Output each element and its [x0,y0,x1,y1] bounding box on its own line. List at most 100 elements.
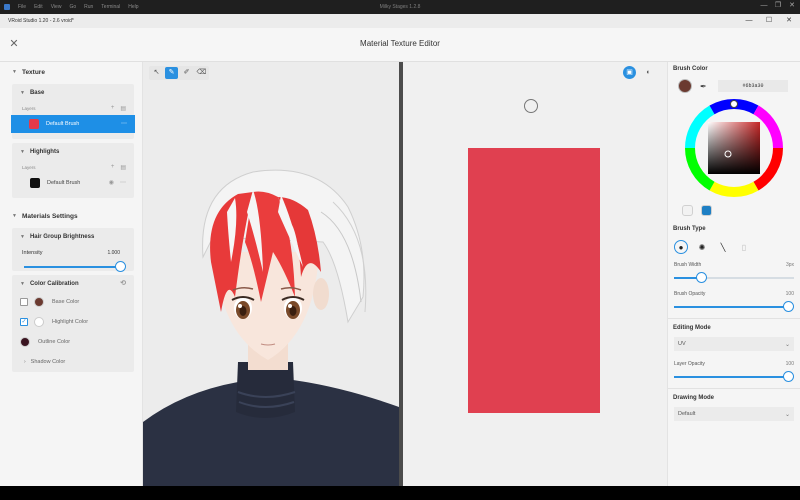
maximize-icon[interactable]: ☐ [764,16,774,26]
highlight-color-dot[interactable] [34,317,44,327]
layer-opacity-slider[interactable] [674,370,794,382]
outline-color-label: Outline Color [38,339,71,345]
intensity-slider[interactable] [24,261,126,272]
app-window: VRoid Studio 1.20 - 2.6 vroid* — ☐ ✕ ✕ M… [0,14,800,486]
chevron-right-icon: › [24,359,26,365]
divider [668,318,800,319]
menu-terminal[interactable]: Terminal [101,4,120,10]
close-icon[interactable]: ✕ [784,16,794,26]
menu-file[interactable]: File [18,4,26,10]
visibility-icon[interactable]: ◉ [109,179,114,186]
drawing-mode-heading: Drawing Mode [673,395,715,401]
highlights-group-header[interactable]: ▼ Highlights [12,143,134,160]
cc-outline-color[interactable]: Outline Color [12,332,134,352]
line-brush-icon[interactable]: ╲ [716,240,730,254]
base-color-label: Base Color [52,299,80,305]
close-icon[interactable]: ✕ [788,2,796,10]
base-group-header[interactable]: ▼ Base [12,84,134,101]
brush-width-slider[interactable] [674,271,794,283]
color-calibration-header[interactable]: ▼ Color Calibration ⟲ [12,275,134,292]
base-color-checkbox[interactable] [20,298,28,306]
slider-knob[interactable] [783,301,794,312]
slider-knob[interactable] [695,272,707,283]
layers-label: Layers [22,105,36,111]
menu-help[interactable]: Help [128,4,138,10]
menu-view[interactable]: View [51,4,62,10]
editing-mode-dropdown[interactable]: UV ⌄ [674,337,794,351]
materials-settings-header[interactable]: ▼ Materials Settings [0,206,142,226]
slider-knob[interactable] [783,371,794,382]
dialog-title: Material Texture Editor [360,39,440,48]
highlights-group: ▼ Highlights Layers + ▤ Default Brush ◉ … [12,143,134,198]
brush-opacity-label: Brush Opacity [674,290,706,297]
more-icon[interactable]: ⋯ [121,120,127,127]
brush-cursor-icon [524,99,538,113]
drawing-mode-dropdown[interactable]: Default ⌄ [674,407,794,421]
brush-width-label: Brush Width [674,261,702,268]
reset-icon[interactable]: ⟲ [120,279,126,287]
more-icon[interactable]: ⋯ [120,179,126,186]
shadow-color-label: Shadow Color [30,359,66,365]
screen: File Edit View Go Run Terminal Help Milk… [0,0,800,500]
cc-shadow-color[interactable]: › Shadow Color [12,352,134,372]
color-swatches [668,198,800,222]
base-layer-item[interactable]: Default Brush ⋯ [11,115,135,133]
cc-base-color[interactable]: Base Color [12,292,134,312]
cc-highlight-color[interactable]: ✓ Highlight Color [12,312,134,332]
reset-view-icon[interactable]: ◐ [642,66,655,79]
model-viewport[interactable]: ↖ ✎ ✐ ⌫ [143,62,399,486]
uv-view-icon[interactable]: ▣ [623,66,636,79]
minimize-icon[interactable]: — [744,16,754,26]
color-wheel[interactable] [684,98,784,198]
color-swatch[interactable] [701,204,712,216]
soft-brush-icon[interactable]: ✺ [695,240,709,254]
base-group-title: Base [29,89,45,96]
minimize-icon[interactable]: — [760,2,768,10]
hex-color-input[interactable] [718,80,788,92]
app-name: VRoid Studio 1.20 - 2.6 vroid* [8,18,74,24]
layer-menu-icon[interactable]: ▤ [120,105,126,112]
menu-edit[interactable]: Edit [34,4,43,10]
brush-type-row: ● ✺ ╲ ▯ [668,236,800,258]
highlights-layers-row: Layers + ▤ [12,160,134,174]
brush-width-row: Brush Width 3px [668,258,800,271]
color-wheel-graphic [685,99,783,197]
layer-name: Default Brush [47,180,81,186]
eyedropper-icon[interactable]: ✒ [700,82,707,91]
divider [668,388,800,389]
texture-canvas[interactable] [468,148,600,413]
slider-fill [674,306,788,308]
brush-opacity-value: 100 [785,290,794,297]
drawing-mode-value: Default [678,411,696,417]
intensity-label: Intensity [22,250,43,256]
texture-section-header[interactable]: ▼ Texture [0,62,142,82]
brush-opacity-row: Brush Opacity 100 [668,287,800,300]
chevron-down-icon: ⌄ [784,341,790,348]
texture-brush-icon[interactable]: ▯ [737,240,751,254]
layer-menu-icon[interactable]: ▤ [120,164,126,171]
outline-color-dot[interactable] [20,337,30,347]
texture-viewport[interactable]: ▣ ◐ [403,62,667,486]
hair-group-title: Hair Group Brightness [29,233,95,240]
highlights-layer-item[interactable]: Default Brush ◉ ⋯ [12,174,134,192]
intensity-row: Intensity 1.000 [12,245,134,261]
base-color-dot[interactable] [34,297,44,307]
os-titlebar: File Edit View Go Run Terminal Help Milk… [0,0,800,14]
brush-opacity-slider[interactable] [674,300,794,312]
round-brush-icon[interactable]: ● [674,240,688,254]
add-layer-icon[interactable]: + [111,105,115,112]
brush-width-value: 3px [785,261,794,268]
add-layer-icon[interactable]: + [111,164,115,171]
hair-group-card: ▼ Hair Group Brightness Intensity 1.000 [12,228,134,272]
restore-icon[interactable]: ❐ [774,2,782,10]
app-window-controls: — ☐ ✕ [744,16,794,26]
current-color-swatch[interactable] [678,79,692,93]
color-swatch[interactable] [682,204,693,216]
hair-group-header[interactable]: ▼ Hair Group Brightness [12,228,134,245]
menu-run[interactable]: Run [84,4,93,10]
layer-opacity-label: Layer Opacity [674,360,705,367]
highlight-color-checkbox[interactable]: ✓ [20,318,28,326]
menu-go[interactable]: Go [69,4,76,10]
os-window-controls: — ❐ ✕ [760,2,796,10]
slider-knob[interactable] [115,261,126,272]
